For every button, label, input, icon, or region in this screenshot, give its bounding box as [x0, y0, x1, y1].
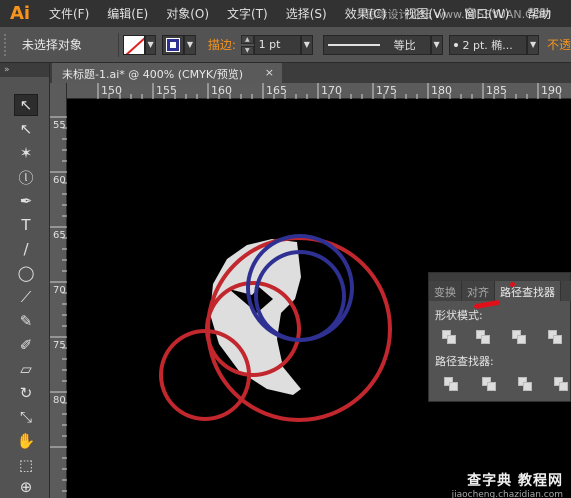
shape-builder-tool-icon[interactable]: ⊕	[14, 476, 38, 498]
panel-title-bar[interactable]	[429, 273, 570, 281]
magic-wand-tool-icon[interactable]: ✶	[14, 142, 38, 164]
pencil-tool-icon[interactable]: ✎	[14, 310, 38, 332]
document-tab[interactable]: 未标题-1.ai* @ 400% (CMYK/预览) ×	[52, 63, 282, 83]
annotation-red-dot	[510, 282, 515, 287]
panel-tabs: 变换 对齐 路径查找器	[429, 281, 571, 301]
warp-tool-icon[interactable]: ✋	[14, 430, 38, 452]
selection-tool-icon[interactable]: ↖	[14, 94, 38, 116]
tab-transform[interactable]: 变换	[429, 281, 462, 301]
unite-button[interactable]	[441, 329, 457, 345]
menu-edit[interactable]: 编辑(E)	[98, 5, 157, 22]
ruler-label: 190	[541, 84, 562, 97]
pathfinder-panel: 变换 对齐 路径查找器 形状模式: 路径查找器:	[428, 272, 571, 402]
trim-button[interactable]	[481, 376, 497, 392]
selection-status: 未选择对象	[21, 38, 82, 52]
brush-label: 2 pt. 椭...	[462, 38, 513, 52]
ruler-label: 65	[53, 230, 66, 241]
brush-dot-icon	[453, 42, 458, 47]
watermark-bottom: 查字典 教程网 jiaocheng.chazidian.com	[452, 470, 563, 498]
profile-line-icon	[327, 43, 380, 46]
stroke-dropdown-arrow[interactable]: ▼	[184, 34, 196, 55]
blob-brush-tool-icon[interactable]: ✐	[14, 334, 38, 356]
lasso-tool-icon[interactable]: ⓛ	[14, 166, 38, 188]
rotate-tool-icon[interactable]: ↻	[14, 382, 38, 404]
menu-select[interactable]: 选择(S)	[277, 5, 336, 22]
tab-align[interactable]: 对齐	[462, 281, 495, 301]
vertical-ruler[interactable]: 55 60 65 70 75 80	[50, 83, 67, 498]
merge-button[interactable]	[517, 376, 533, 392]
document-tab-title: 未标题-1.ai* @ 400% (CMYK/预览)	[62, 68, 244, 81]
profile-label: 等比	[393, 38, 416, 52]
pathfinders-label: 路径查找器:	[435, 355, 494, 368]
menu-object[interactable]: 对象(O)	[157, 5, 218, 22]
eraser-tool-icon[interactable]: ▱	[14, 358, 38, 380]
control-bar: 未选择对象 ▼ ▼ 描边: ▲ ▼ 1 pt ▼ 等比 ▼ 2 pt. 椭... …	[0, 27, 571, 63]
ruler-label: 180	[431, 84, 452, 97]
ruler-label: 165	[266, 84, 287, 97]
intersect-button[interactable]	[511, 329, 527, 345]
ruler-label: 150	[101, 84, 122, 97]
type-tool-icon[interactable]: T	[14, 214, 38, 236]
ruler-label: 160	[211, 84, 232, 97]
line-tool-icon[interactable]: /	[14, 238, 38, 260]
minus-front-button[interactable]	[475, 329, 491, 345]
pen-tool-icon[interactable]: ✒	[14, 190, 38, 212]
watermark-main: 查字典 教程网	[467, 473, 563, 489]
ellipse-tool-icon[interactable]: ◯	[14, 262, 38, 284]
opacity-label[interactable]: 不透	[547, 36, 571, 53]
stroke-label[interactable]: 描边:	[208, 36, 236, 53]
panel-grip[interactable]	[4, 33, 12, 56]
ruler-label: 185	[486, 84, 507, 97]
stroke-weight-input[interactable]: 1 pt	[253, 34, 301, 55]
ruler-label: 60	[53, 175, 66, 186]
direct-selection-tool-icon[interactable]: ↖	[14, 118, 38, 140]
brush-dropdown[interactable]: ▼	[527, 34, 539, 55]
variable-width-profile[interactable]: 等比	[322, 34, 431, 55]
shape-modes-label: 形状模式:	[435, 309, 483, 322]
stroke-weight-dropdown[interactable]: ▼	[300, 34, 313, 55]
ruler-label: 175	[376, 84, 397, 97]
scale-tool-icon[interactable]: ⤡	[14, 406, 38, 428]
ruler-label: 155	[156, 84, 177, 97]
menu-type[interactable]: 文字(T)	[218, 5, 277, 22]
free-transform-tool-icon[interactable]: ⬚	[14, 454, 38, 476]
close-icon[interactable]: ×	[265, 66, 274, 79]
ruler-label: 170	[321, 84, 342, 97]
stroke-swatch-icon	[166, 37, 181, 52]
watermark-url: jiaocheng.chazidian.com	[451, 490, 563, 498]
ruler-label: 75	[53, 340, 66, 351]
watermark-top: 思缘设计论坛 www.MISSYUAN.COM	[365, 8, 551, 21]
menu-file[interactable]: 文件(F)	[40, 5, 98, 22]
fill-dropdown-arrow[interactable]: ▼	[144, 34, 157, 55]
step-up-icon[interactable]: ▲	[240, 34, 254, 44]
toolbox: » ↖ ↖ ✶ ⓛ ✒ T / ◯ ⟋ ✎ ✐ ▱ ↻ ⤡ ✋ ⬚ ⊕	[0, 63, 50, 498]
tab-pathfinder[interactable]: 路径查找器	[495, 281, 561, 301]
document-tab-strip: 未标题-1.ai* @ 400% (CMYK/预览) ×	[50, 63, 571, 83]
ruler-label: 70	[53, 285, 66, 296]
crop-button[interactable]	[553, 376, 569, 392]
ruler-label: 80	[53, 395, 66, 406]
divider	[118, 32, 120, 57]
toolbox-collapse[interactable]: »	[0, 63, 49, 77]
step-down-icon[interactable]: ▼	[240, 45, 254, 55]
paintbrush-tool-icon[interactable]: ⟋	[14, 286, 38, 308]
divide-button[interactable]	[443, 376, 459, 392]
stroke-swatch[interactable]	[162, 34, 185, 55]
small-red-circle	[159, 329, 251, 421]
exclude-button[interactable]	[547, 329, 563, 345]
stroke-weight-stepper[interactable]: ▲ ▼	[240, 34, 254, 55]
horizontal-ruler[interactable]: 150 155 160 165 170 175 180 185 190	[67, 83, 571, 99]
profile-dropdown[interactable]: ▼	[430, 34, 443, 55]
menu-bar: Ai 文件(F) 编辑(E) 对象(O) 文字(T) 选择(S) 效果(C) 视…	[0, 0, 571, 27]
brush-definition[interactable]: 2 pt. 椭...	[448, 34, 528, 55]
ruler-label: 55	[53, 120, 66, 131]
fill-swatch[interactable]	[123, 34, 145, 55]
app-logo: Ai	[9, 3, 31, 24]
